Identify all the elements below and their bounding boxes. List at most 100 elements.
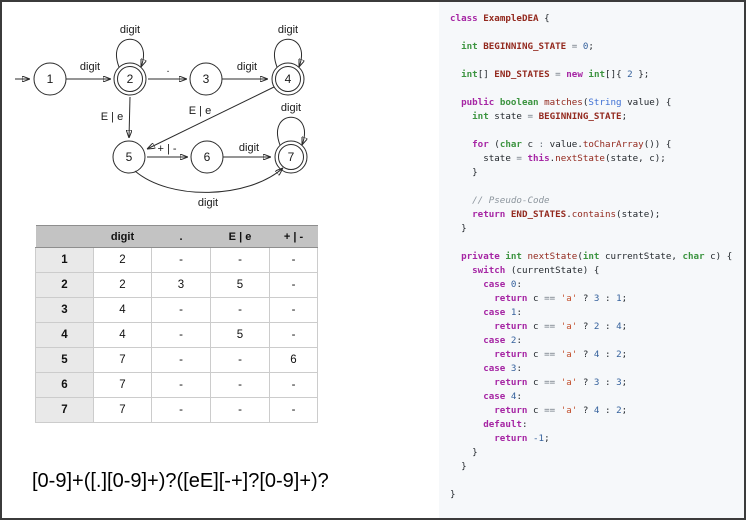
table-row: 12---: [36, 248, 318, 273]
table-cell: -: [152, 398, 211, 423]
code-line: private int nextState(int currentState, …: [450, 250, 746, 264]
state-4: 4: [272, 63, 304, 95]
left-panel: digit digit . digit digit E | e E | e + …: [2, 2, 439, 518]
state-3: 3: [190, 63, 222, 95]
dfa-state-diagram: digit digit . digit digit E | e E | e + …: [2, 2, 439, 217]
code-line: return c == 'a' ? 3 : 1;: [450, 292, 746, 306]
table-cell: -: [211, 373, 270, 398]
code-line: [450, 82, 746, 96]
row-label: 2: [36, 273, 94, 298]
column-header: [36, 226, 94, 248]
code-line: }: [450, 166, 746, 180]
table-row: 2235-: [36, 273, 318, 298]
table-cell: -: [152, 323, 211, 348]
row-label: 6: [36, 373, 94, 398]
edge-label: digit: [120, 24, 140, 36]
table-cell: -: [152, 248, 211, 273]
table-cell: -: [211, 248, 270, 273]
table-cell: -: [152, 348, 211, 373]
edge-label: digit: [237, 61, 257, 73]
table-cell: 5: [211, 273, 270, 298]
edge-label: E | e: [189, 105, 211, 117]
code-line: return c == 'a' ? 2 : 4;: [450, 320, 746, 334]
table-cell: -: [270, 373, 318, 398]
code-line: return c == 'a' ? 4 : 2;: [450, 404, 746, 418]
edge-label: digit: [278, 24, 298, 36]
table-cell: -: [270, 298, 318, 323]
table-cell: -: [211, 298, 270, 323]
code-line: int[] END_STATES = new int[]{ 2 };: [450, 68, 746, 82]
row-label: 4: [36, 323, 94, 348]
table-cell: -: [211, 348, 270, 373]
code-line: case 3:: [450, 362, 746, 376]
svg-text:6: 6: [204, 150, 211, 164]
edge-label: + | -: [157, 143, 176, 155]
code-line: // Pseudo-Code: [450, 194, 746, 208]
edge-2-5: [129, 97, 130, 138]
column-header: + | -: [270, 226, 318, 248]
code-line: public boolean matches(String value) {: [450, 96, 746, 110]
code-line: switch (currentState) {: [450, 264, 746, 278]
table-cell: 5: [211, 323, 270, 348]
table-cell: -: [270, 248, 318, 273]
table-row: 77---: [36, 398, 318, 423]
code-line: }: [450, 222, 746, 236]
code-line: int BEGINNING_STATE = 0;: [450, 40, 746, 54]
code-line: case 1:: [450, 306, 746, 320]
table-cell: 3: [152, 273, 211, 298]
table-cell: -: [211, 398, 270, 423]
state-1: 1: [34, 63, 66, 95]
svg-text:7: 7: [288, 150, 295, 164]
table-cell: -: [270, 398, 318, 423]
column-header: digit: [94, 226, 152, 248]
code-line: [450, 54, 746, 68]
code-line: }: [450, 488, 746, 502]
code-line: int state = BEGINNING_STATE;: [450, 110, 746, 124]
table-cell: 7: [94, 373, 152, 398]
svg-text:5: 5: [126, 150, 133, 164]
table-cell: -: [152, 298, 211, 323]
table-cell: -: [270, 273, 318, 298]
code-line: [450, 26, 746, 40]
table-cell: 7: [94, 398, 152, 423]
svg-text:1: 1: [47, 72, 54, 86]
row-label: 5: [36, 348, 94, 373]
state-5: 5: [113, 141, 145, 173]
table-row: 67---: [36, 373, 318, 398]
state-6: 6: [191, 141, 223, 173]
transition-table-header-row: digit.E | e+ | -: [36, 226, 318, 248]
table-row: 44-5-: [36, 323, 318, 348]
code-line: return c == 'a' ? 4 : 2;: [450, 348, 746, 362]
svg-text:2: 2: [127, 72, 134, 86]
table-cell: 4: [94, 323, 152, 348]
state-7: 7: [275, 141, 307, 173]
table-cell: -: [152, 373, 211, 398]
code-line: }: [450, 446, 746, 460]
table-cell: 2: [94, 248, 152, 273]
column-header: E | e: [211, 226, 270, 248]
table-row: 34---: [36, 298, 318, 323]
code-line: [450, 180, 746, 194]
code-line: case 4:: [450, 390, 746, 404]
svg-text:4: 4: [285, 72, 292, 86]
column-header: .: [152, 226, 211, 248]
code-line: default:: [450, 418, 746, 432]
edge-5-7: [135, 168, 283, 192]
edge-label: digit: [198, 197, 218, 209]
table-cell: 4: [94, 298, 152, 323]
code-line: [450, 474, 746, 488]
edge-label: E | e: [101, 111, 123, 123]
code-line: for (char c : value.toCharArray()) {: [450, 138, 746, 152]
table-cell: 7: [94, 348, 152, 373]
code-line: case 0:: [450, 278, 746, 292]
state-2: 2: [114, 63, 146, 95]
page: digit digit . digit digit E | e E | e + …: [0, 0, 746, 520]
table-row: 57--6: [36, 348, 318, 373]
svg-text:3: 3: [203, 72, 210, 86]
transition-table: digit.E | e+ | - 12---2235-34---44-5-57-…: [35, 225, 318, 423]
code-panel: class ExampleDEA { int BEGINNING_STATE =…: [439, 2, 746, 518]
row-label: 1: [36, 248, 94, 273]
regex-text: [0-9]+([.][0-9]+)?([eE][-+]?[0-9]+)?: [32, 470, 329, 493]
transition-table-body: 12---2235-34---44-5-57--667---77---: [36, 248, 318, 423]
row-label: 3: [36, 298, 94, 323]
